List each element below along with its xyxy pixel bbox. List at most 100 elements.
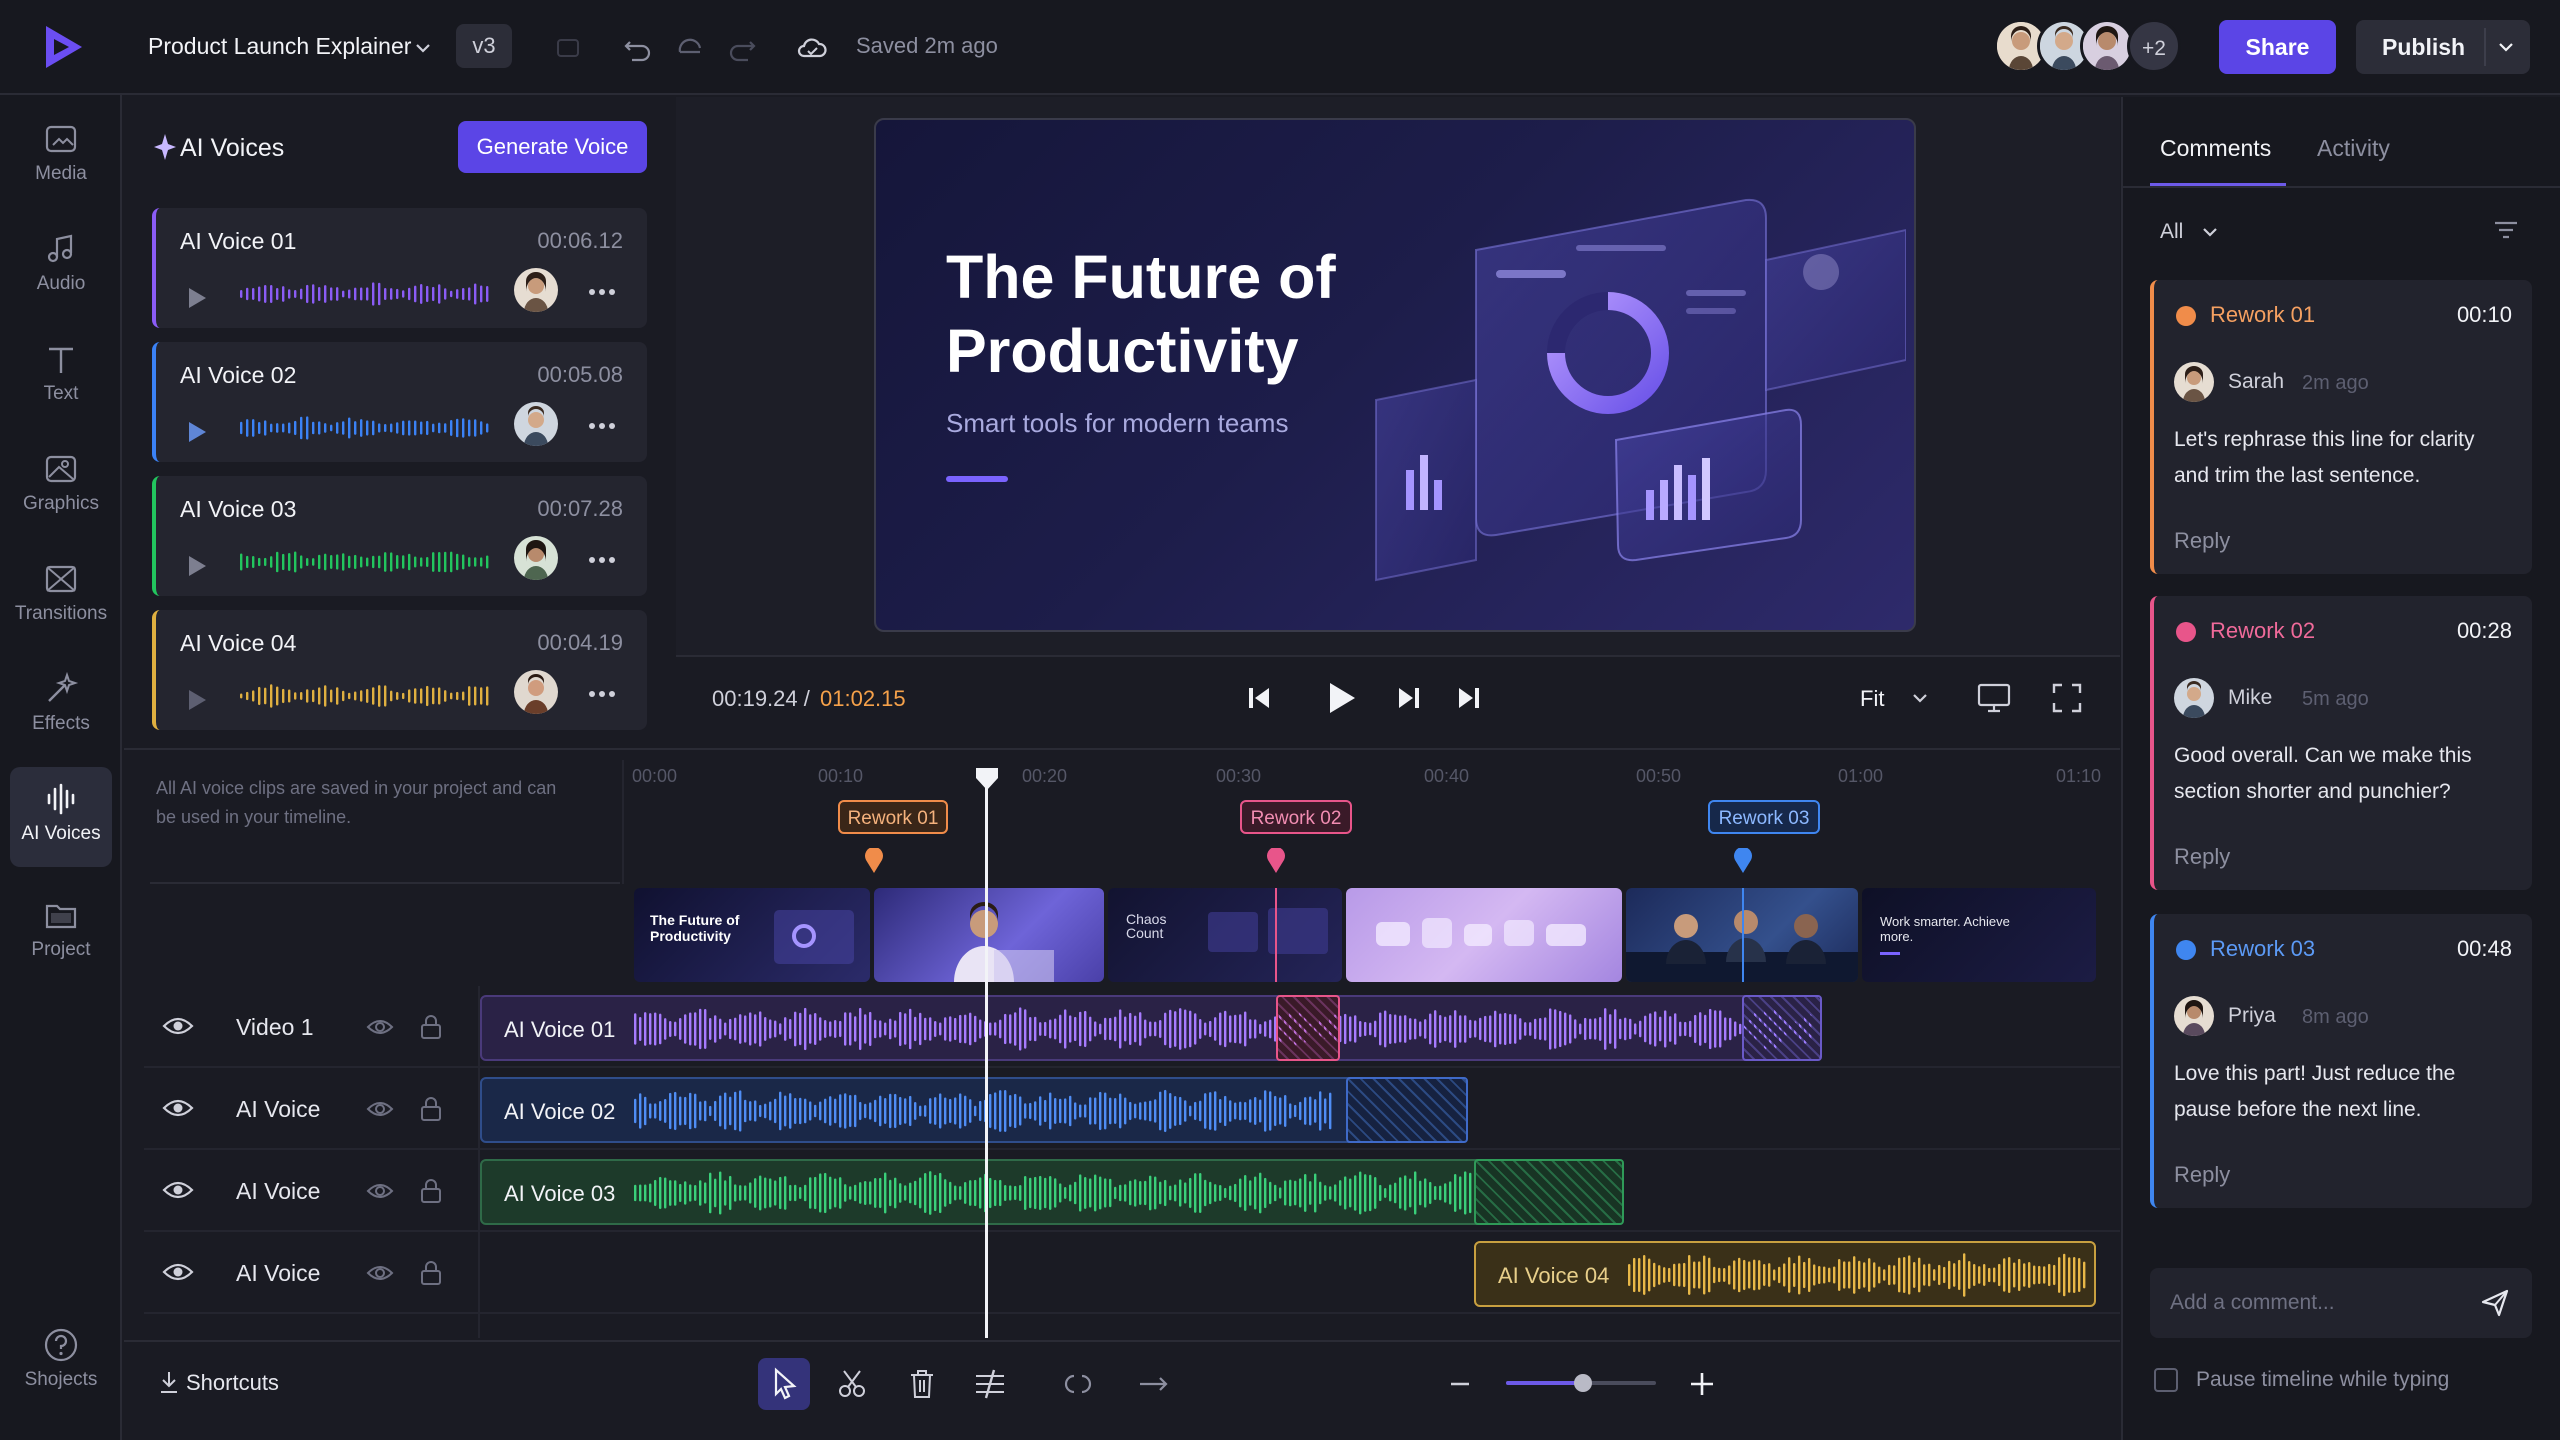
more-collaborators-badge[interactable]: +2	[2127, 19, 2181, 73]
rework-region[interactable]	[1474, 1159, 1624, 1225]
video-thumb[interactable]: Chaos Count	[1108, 888, 1342, 982]
zoom-out-icon[interactable]	[1448, 1372, 1472, 1396]
comment-timecode[interactable]: 00:28	[2457, 618, 2512, 644]
fullscreen-icon[interactable]	[2052, 683, 2082, 713]
nav-item-graphics[interactable]: Graphics	[10, 437, 112, 533]
visibility-icon[interactable]	[366, 1016, 394, 1038]
play-icon[interactable]	[186, 286, 208, 310]
lock-icon[interactable]	[420, 1014, 442, 1040]
ripple-icon[interactable]	[1128, 1358, 1180, 1410]
reply-button[interactable]: Reply	[2174, 528, 2230, 554]
comment-card-rework-03[interactable]: Rework 03 00:48 Priya 8m ago Love this p…	[2150, 914, 2532, 1208]
skip-back-icon[interactable]	[1246, 684, 1272, 712]
video-strip[interactable]: The Future of Productivity Chaos Count W…	[634, 888, 2096, 982]
skip-end-icon[interactable]	[1456, 684, 1482, 712]
generate-voice-button[interactable]: Generate Voice	[458, 121, 647, 173]
chevron-down-icon[interactable]	[2200, 222, 2220, 242]
nav-item-media[interactable]: Media	[10, 107, 112, 203]
zoom-in-icon[interactable]	[1688, 1370, 1716, 1398]
marker-pin-icon[interactable]	[1266, 848, 1286, 874]
audio-clip-02[interactable]: AI Voice 02	[480, 1077, 1468, 1143]
audio-clip-03[interactable]: AI Voice 03	[480, 1159, 1624, 1225]
link-icon[interactable]	[1052, 1358, 1104, 1410]
visibility-icon[interactable]	[366, 1180, 394, 1202]
eye-icon[interactable]	[162, 1260, 194, 1284]
play-icon[interactable]	[186, 554, 208, 578]
layers-icon[interactable]	[548, 28, 588, 68]
video-thumb[interactable]: The Future of Productivity	[634, 888, 870, 982]
comment-timecode[interactable]: 00:48	[2457, 936, 2512, 962]
undo-icon[interactable]	[618, 28, 658, 68]
visibility-icon[interactable]	[366, 1262, 394, 1284]
split-icon[interactable]	[964, 1358, 1016, 1410]
nav-item-audio[interactable]: Audio	[10, 217, 112, 313]
zoom-slider-handle[interactable]	[1574, 1374, 1592, 1392]
comment-card-rework-02[interactable]: Rework 02 00:28 Mike 5m ago Good overall…	[2150, 596, 2532, 890]
publish-button[interactable]: Publish	[2356, 20, 2530, 74]
version-badge[interactable]: v3	[456, 24, 512, 68]
tab-comments[interactable]: Comments	[2160, 135, 2271, 162]
nav-item-help[interactable]: Shojects	[10, 1313, 112, 1409]
filter-icon[interactable]	[2492, 218, 2520, 242]
fit-select[interactable]: Fit	[1860, 686, 1884, 712]
rework-region[interactable]	[1742, 995, 1822, 1061]
play-button[interactable]	[1324, 680, 1358, 716]
marker-rework-03[interactable]: Rework 03	[1708, 800, 1820, 834]
comment-card-rework-01[interactable]: Rework 01 00:10 Sarah 2m ago Let's rephr…	[2150, 280, 2532, 574]
eye-icon[interactable]	[162, 1014, 194, 1038]
playhead[interactable]	[985, 770, 988, 1338]
next-frame-icon[interactable]	[1396, 684, 1422, 712]
visibility-icon[interactable]	[366, 1098, 394, 1120]
marker-pin-icon[interactable]	[864, 848, 884, 874]
rework-region[interactable]	[1346, 1077, 1468, 1143]
video-preview[interactable]: The Future of Productivity Smart tools f…	[874, 118, 1916, 632]
marker-rework-02[interactable]: Rework 02	[1240, 800, 1352, 834]
more-icon[interactable]	[588, 422, 616, 430]
app-logo-icon[interactable]	[38, 22, 88, 72]
voice-card-04[interactable]: AI Voice 04 00:04.19	[152, 610, 647, 730]
marker-pin-icon[interactable]	[1733, 848, 1753, 874]
video-thumb[interactable]	[1346, 888, 1622, 982]
nav-item-project[interactable]: Project	[10, 883, 112, 979]
eye-icon[interactable]	[162, 1096, 194, 1120]
send-icon[interactable]	[2480, 1288, 2510, 1318]
shortcuts-button[interactable]: Shortcuts	[186, 1370, 279, 1396]
audio-clip-04[interactable]: AI Voice 04	[1474, 1241, 2096, 1307]
comment-filter-select[interactable]: All	[2160, 220, 2183, 244]
collaborator-avatar[interactable]	[2080, 19, 2134, 73]
lock-icon[interactable]	[420, 1096, 442, 1122]
video-thumb[interactable]	[874, 888, 1104, 982]
cut-icon[interactable]	[826, 1358, 878, 1410]
comment-input[interactable]	[2170, 1286, 2470, 1320]
trash-icon[interactable]	[896, 1358, 948, 1410]
project-name[interactable]: Product Launch Explainer	[148, 33, 411, 60]
tab-activity[interactable]: Activity	[2317, 135, 2390, 162]
lock-icon[interactable]	[420, 1178, 442, 1204]
reply-button[interactable]: Reply	[2174, 844, 2230, 870]
chevron-down-icon[interactable]	[1910, 688, 1930, 708]
eye-icon[interactable]	[162, 1178, 194, 1202]
play-icon[interactable]	[186, 420, 208, 444]
chevron-down-icon[interactable]	[413, 38, 433, 58]
nav-item-transitions[interactable]: Transitions	[10, 547, 112, 643]
video-thumb[interactable]: Work smarter. Achieve more.	[1862, 888, 2096, 982]
history-icon[interactable]	[670, 28, 710, 68]
play-icon[interactable]	[186, 688, 208, 712]
audio-clip-01[interactable]: AI Voice 01	[480, 995, 1822, 1061]
lock-icon[interactable]	[420, 1260, 442, 1286]
redo-icon[interactable]	[722, 28, 762, 68]
share-button[interactable]: Share	[2219, 20, 2336, 74]
chevron-down-icon[interactable]	[2496, 37, 2516, 57]
nav-item-effects[interactable]: Effects	[10, 657, 112, 753]
pause-timeline-checkbox[interactable]	[2154, 1368, 2178, 1392]
rework-region[interactable]	[1276, 995, 1340, 1061]
voice-card-01[interactable]: AI Voice 01 00:06.12	[152, 208, 647, 328]
comment-timecode[interactable]: 00:10	[2457, 302, 2512, 328]
select-tool[interactable]	[758, 1358, 810, 1410]
marker-rework-01[interactable]: Rework 01	[838, 800, 948, 834]
more-icon[interactable]	[588, 556, 616, 564]
more-icon[interactable]	[588, 690, 616, 698]
reply-button[interactable]: Reply	[2174, 1162, 2230, 1188]
nav-item-text[interactable]: Text	[10, 327, 112, 423]
monitor-icon[interactable]	[1977, 682, 2011, 714]
